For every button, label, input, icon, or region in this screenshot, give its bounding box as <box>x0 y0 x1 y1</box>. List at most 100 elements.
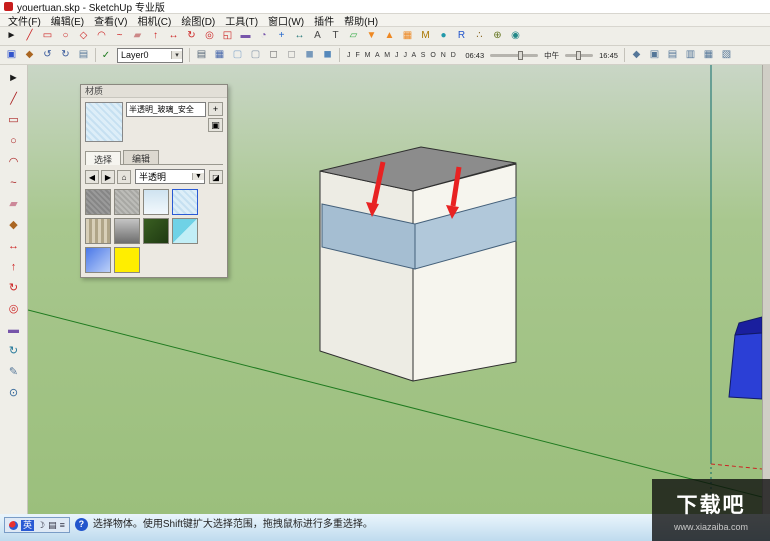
orbit-tool-icon[interactable]: ↻ <box>3 342 25 362</box>
layer-select[interactable]: Layer0 ▾ <box>117 48 183 63</box>
swatch-asphalt[interactable] <box>85 189 111 215</box>
redo-icon[interactable]: ↻ <box>57 47 74 63</box>
position-camera-icon[interactable]: ⊕ <box>489 28 506 44</box>
swatch-translucent-glass-safety[interactable] <box>172 189 198 215</box>
protractor-icon[interactable]: ◔ <box>255 28 272 44</box>
shaded-textures-icon[interactable]: ◼ <box>319 47 336 63</box>
toggle-terrain-icon[interactable]: ▲ <box>381 28 398 44</box>
materials-dialog-title[interactable]: 材质 <box>81 85 227 98</box>
tab-edit[interactable]: 编辑 <box>123 150 159 164</box>
forward-arrow-icon[interactable]: ▶ <box>101 170 115 184</box>
walk-tool-icon[interactable]: ∴ <box>471 28 488 44</box>
wireframe-icon[interactable]: ◻ <box>265 47 282 63</box>
menu-item[interactable]: 查看(V) <box>89 13 132 28</box>
ime-mode-button[interactable]: 英 <box>21 520 34 531</box>
select-tool-icon[interactable]: ► <box>3 28 20 44</box>
menu-item[interactable]: 插件 <box>309 13 339 28</box>
swatch-water-cyan[interactable] <box>172 218 198 244</box>
zoom-tool-icon[interactable]: ⊙ <box>3 384 25 404</box>
chevron-down-icon[interactable]: ▼ <box>192 173 204 180</box>
menu-item[interactable]: 相机(C) <box>132 13 176 28</box>
line-tool-icon[interactable]: ╱ <box>3 90 25 110</box>
sample-paint-icon[interactable]: ◪ <box>209 170 223 184</box>
slider-thumb[interactable] <box>576 51 581 60</box>
circle-tool-icon[interactable]: ○ <box>57 28 74 44</box>
move-tool-icon[interactable]: ↔ <box>165 28 182 44</box>
google-earth-icon[interactable]: ● <box>435 28 452 44</box>
pushpull-tool-icon[interactable]: ↑ <box>147 28 164 44</box>
freehand-tool-icon[interactable]: ~ <box>3 174 25 194</box>
arc-tool-icon[interactable]: ◠ <box>3 153 25 173</box>
shadow-time-slider[interactable] <box>490 54 538 57</box>
pushpull-tool-icon[interactable]: ↑ <box>3 258 25 278</box>
eraser-tool-icon[interactable]: ▰ <box>129 28 146 44</box>
eraser-tool-icon[interactable]: ▰ <box>3 195 25 215</box>
shadow-date-slider[interactable] <box>565 54 593 57</box>
swatch-yellow[interactable] <box>114 247 140 273</box>
material-preview-swatch[interactable] <box>85 102 123 142</box>
rotate-tool-icon[interactable]: ↻ <box>3 279 25 299</box>
3d-text-tool-icon[interactable]: T <box>327 28 344 44</box>
swatch-foliage[interactable] <box>143 218 169 244</box>
arc-tool-icon[interactable]: ◠ <box>93 28 110 44</box>
back-view-icon[interactable]: ▦ <box>700 47 717 63</box>
line-tool-icon[interactable]: ╱ <box>21 28 38 44</box>
photo-textures-icon[interactable]: ▦ <box>399 28 416 44</box>
help-icon[interactable]: ? <box>75 518 88 531</box>
move-tool-icon[interactable]: ↔ <box>3 237 25 257</box>
swatch-stripes[interactable] <box>85 218 111 244</box>
extension-m-icon[interactable]: M <box>417 28 434 44</box>
swatch-metal[interactable] <box>114 218 140 244</box>
shadow-toggle-icon[interactable]: ▦ <box>211 47 228 63</box>
front-view-icon[interactable]: ▤ <box>664 47 681 63</box>
back-edges-icon[interactable]: ▢ <box>247 47 264 63</box>
undo-icon[interactable]: ↺ <box>39 47 56 63</box>
create-material-button[interactable]: + <box>208 102 223 116</box>
section-plane-icon[interactable]: ▱ <box>345 28 362 44</box>
menu-item[interactable]: 绘图(D) <box>176 13 220 28</box>
rectangle-tool-icon[interactable]: ▭ <box>39 28 56 44</box>
chevron-down-icon[interactable]: ▾ <box>171 51 182 59</box>
menu-item[interactable]: 帮助(H) <box>339 13 383 28</box>
left-view-icon[interactable]: ▧ <box>718 47 735 63</box>
polygon-tool-icon[interactable]: ◇ <box>75 28 92 44</box>
material-name-input[interactable] <box>126 102 206 117</box>
swatch-blue-gradient[interactable] <box>85 247 111 273</box>
layers-icon[interactable]: ▤ <box>75 47 92 63</box>
tape-measure-icon[interactable]: ▬ <box>3 321 25 341</box>
iso-view-icon[interactable]: ◆ <box>628 47 645 63</box>
swatch-sky-clouds[interactable] <box>143 189 169 215</box>
tab-select[interactable]: 选择 <box>85 151 121 165</box>
circle-tool-icon[interactable]: ○ <box>3 132 25 152</box>
look-around-icon[interactable]: ◉ <box>507 28 524 44</box>
back-arrow-icon[interactable]: ◀ <box>85 170 99 184</box>
shadow-dialog-icon[interactable]: ▤ <box>193 47 210 63</box>
top-view-icon[interactable]: ▣ <box>646 47 663 63</box>
menu-item[interactable]: 工具(T) <box>220 13 263 28</box>
freehand-tool-icon[interactable]: ~ <box>111 28 128 44</box>
tape-measure-icon[interactable]: ▬ <box>237 28 254 44</box>
make-component-icon[interactable]: ▣ <box>3 47 20 63</box>
slider-thumb[interactable] <box>518 51 523 60</box>
home-icon[interactable]: ⌂ <box>117 170 131 184</box>
blue-object-front[interactable] <box>729 333 762 399</box>
text-tool-icon[interactable]: A <box>309 28 326 44</box>
secondary-pane-button[interactable]: ▣ <box>208 118 223 132</box>
paint-bucket-icon[interactable]: ◆ <box>21 47 38 63</box>
x-ray-style-icon[interactable]: ▢ <box>229 47 246 63</box>
dimension-tool-icon[interactable]: ↔ <box>291 28 308 44</box>
paint-bucket-icon[interactable]: ◆ <box>3 216 25 236</box>
menu-item[interactable]: 文件(F) <box>3 13 46 28</box>
layer-check-icon[interactable]: ✓ <box>99 50 113 61</box>
scale-tool-icon[interactable]: ◱ <box>219 28 236 44</box>
extension-r-icon[interactable]: R <box>453 28 470 44</box>
add-location-icon[interactable]: ▼ <box>363 28 380 44</box>
material-category-select[interactable]: 半透明 ▼ <box>135 169 205 184</box>
swatch-concrete[interactable] <box>114 189 140 215</box>
select-tool-icon[interactable]: ► <box>3 69 25 89</box>
rectangle-tool-icon[interactable]: ▭ <box>3 111 25 131</box>
axes-tool-icon[interactable]: + <box>273 28 290 44</box>
menu-item[interactable]: 编辑(E) <box>46 13 89 28</box>
keyboard-icon[interactable]: ▤ <box>48 520 57 531</box>
box-right-face[interactable] <box>413 164 516 381</box>
